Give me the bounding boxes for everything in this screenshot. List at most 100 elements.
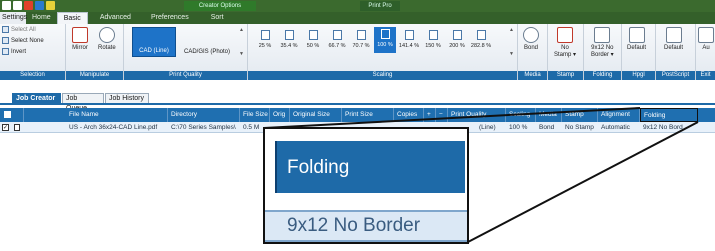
pen-icon (665, 27, 682, 43)
invert-button[interactable]: Invert (2, 48, 26, 55)
header-stamp[interactable]: Stamp (562, 108, 598, 122)
row-checkbox[interactable]: ✓ (2, 124, 9, 131)
window-title: Print Pro (360, 1, 400, 11)
paper-roll-icon (523, 27, 539, 43)
ribbon-tabs: Settings Home Basic Advanced Preferences… (0, 12, 715, 24)
scale-50-label: 50 % (306, 43, 320, 49)
cad-gis-photo-button[interactable]: CAD/GIS (Photo) (178, 27, 236, 57)
cell-print-quality: (Line) (479, 124, 496, 131)
scale-200-button[interactable]: 200 % (446, 28, 468, 49)
hpgl-group: Default Hpgl (622, 24, 656, 80)
scale-70-button[interactable]: 70.7 % (350, 28, 372, 49)
job-tabs: Job Creator Job Queue Job History (0, 92, 715, 112)
header-media[interactable]: Media (536, 108, 562, 122)
tab-sort[interactable]: Sort (205, 12, 230, 24)
select-all-icon (2, 26, 9, 33)
header-alignment[interactable]: Alignment (598, 108, 640, 122)
invert-label: Invert (11, 48, 27, 55)
header-folding[interactable]: Folding (640, 108, 698, 122)
app-icon[interactable] (2, 1, 11, 10)
scale-282-label: 282.8 % (470, 43, 492, 49)
scroll-down-icon[interactable]: ▼ (509, 51, 514, 57)
scale-66-label: 66.7 % (328, 43, 346, 49)
postscript-default-button[interactable]: Default (664, 27, 683, 51)
scale-icon (284, 30, 294, 40)
tab-settings[interactable]: Settings (0, 12, 27, 24)
tab-basic[interactable]: Basic (56, 12, 88, 24)
header-scaling[interactable]: Scaling (506, 108, 536, 122)
scale-50-button[interactable]: 50 % (302, 28, 324, 49)
header-remove-icon[interactable]: − (436, 108, 448, 122)
header-file-name[interactable]: File Name (66, 108, 168, 122)
pen-icon (628, 27, 645, 43)
header-original-size[interactable]: Original Size (290, 108, 342, 122)
new-file-icon[interactable] (13, 1, 22, 10)
mirror-label: Mirror (72, 45, 88, 51)
scale-66-button[interactable]: 66.7 % (326, 28, 348, 49)
hpgl-default-label: Default (627, 45, 647, 51)
media-group: Bond Media (518, 24, 548, 80)
header-print-size[interactable]: Print Size (342, 108, 394, 122)
media-bond-button[interactable]: Bond (523, 27, 539, 51)
header-checkbox-icon[interactable] (4, 110, 11, 118)
scroll-down-icon[interactable]: ▼ (239, 51, 244, 57)
stamp-button[interactable]: No Stamp ▾ (554, 27, 576, 58)
tab-advanced[interactable]: Advanced (94, 12, 137, 24)
header-select-toggle[interactable] (0, 108, 24, 122)
cell-file-name: US - Arch 36x24-CAD Line.pdf (69, 124, 158, 131)
print-quality-scroll[interactable]: ▲ ▼ (239, 27, 244, 57)
media-bond-label: Bond (523, 45, 538, 51)
zoom-callout: Folding 9x12 No Border (263, 127, 469, 244)
scale-100-label: 100 % (377, 42, 393, 48)
stop-icon[interactable] (24, 1, 33, 10)
cad-gis-photo-label: CAD/GIS (Photo) (183, 49, 230, 55)
header-copies[interactable]: Copies (394, 108, 424, 122)
select-all-button[interactable]: Select All (2, 26, 36, 33)
tab-preferences[interactable]: Preferences (145, 12, 195, 24)
postscript-group-label: PostScript (656, 71, 695, 80)
mirror-icon (72, 27, 88, 43)
header-file-size[interactable]: File Size (240, 108, 270, 122)
folding-label-2: Border ▾ (591, 52, 614, 58)
print-quality-group-label: Print Quality (124, 71, 247, 80)
exit-group-label: Exit (696, 71, 715, 80)
hpgl-default-button[interactable]: Default (627, 27, 646, 51)
scale-icon (404, 30, 414, 40)
folding-group-label: Folding (584, 71, 621, 80)
scale-100-button[interactable]: 100 % (374, 27, 396, 53)
manipulate-group: Mirror Rotate Manipulate (66, 24, 124, 80)
exit-auto-label: Au (702, 45, 710, 51)
scale-70-label: 70.7 % (352, 43, 370, 49)
zoom-folding-label: Folding (287, 157, 350, 178)
row-file-icon (14, 124, 20, 131)
scroll-up-icon[interactable]: ▲ (239, 27, 244, 33)
scale-141-button[interactable]: 141.4 % (398, 28, 420, 49)
mirror-button[interactable]: Mirror (72, 27, 88, 51)
scale-282-button[interactable]: 282.8 % (470, 28, 492, 49)
title-bar: Creator Options Print Pro (0, 0, 715, 12)
exit-auto-button[interactable]: Au (698, 27, 714, 51)
cad-line-button[interactable]: CAD (Line) (132, 27, 176, 57)
folding-group: 9x12 No Border ▾ Folding (584, 24, 622, 80)
select-none-button[interactable]: Select None (2, 37, 44, 44)
rotate-button[interactable]: Rotate (98, 27, 116, 51)
scale-25-button[interactable]: 25 % (254, 28, 276, 49)
header-directory[interactable]: Directory (168, 108, 240, 122)
scaling-scroll[interactable]: ▲ ▼ (509, 27, 514, 57)
print-icon[interactable] (35, 1, 44, 10)
cell-directory: C:\70 Series Samples\ (171, 124, 236, 131)
folding-button[interactable]: 9x12 No Border ▾ (591, 27, 614, 58)
scroll-up-icon[interactable]: ▲ (509, 27, 514, 33)
scale-35-button[interactable]: 35.4 % (278, 28, 300, 49)
invert-icon (2, 48, 9, 55)
header-orig[interactable]: Orig (270, 108, 290, 122)
folder-icon[interactable] (46, 1, 55, 10)
select-all-label: Select All (11, 26, 36, 33)
scale-150-button[interactable]: 150 % (422, 28, 444, 49)
tab-home[interactable]: Home (26, 12, 57, 24)
header-add-icon[interactable]: + (424, 108, 436, 122)
header-print-quality[interactable]: Print Quality (448, 108, 506, 122)
rotate-label: Rotate (98, 45, 116, 51)
pen-icon (698, 27, 714, 43)
fold-icon (594, 27, 611, 43)
